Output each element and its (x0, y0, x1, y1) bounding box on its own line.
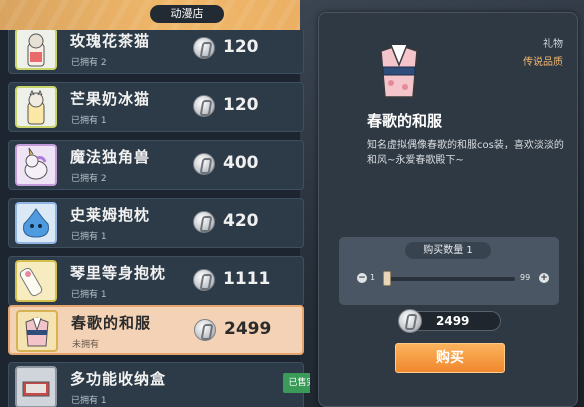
coin-icon (193, 153, 215, 175)
coin-icon (398, 309, 422, 333)
list-item-storage-box[interactable]: 多功能收纳盒 已拥有 1 已售完 (8, 362, 310, 407)
body-pillow-icon (15, 260, 57, 302)
total-price: 2499 (398, 309, 501, 333)
coin-icon (193, 211, 215, 233)
list-item-unicorn[interactable]: 魔法独角兽 已拥有 2 400 (8, 140, 304, 190)
item-price: 420 (223, 211, 259, 231)
mango-milk-cat-icon (15, 86, 57, 128)
item-price: 2499 (224, 319, 272, 339)
storage-box-icon (15, 366, 57, 407)
item-price: 120 (223, 37, 259, 57)
total-price-value: 2499 (436, 314, 470, 328)
slider-handle[interactable] (383, 271, 391, 286)
coin-icon (193, 37, 215, 59)
item-list[interactable]: 玫瑰花茶猫 已拥有 2 120 芒果奶冰猫 已拥有 1 120 魔法独角兽 已拥… (0, 30, 310, 407)
list-item-rose-tea-cat[interactable]: 玫瑰花茶猫 已拥有 2 120 (8, 30, 304, 74)
detail-title: 春歌的和服 (367, 112, 443, 130)
sold-out-badge: 已售完 (283, 373, 310, 393)
quantity-slider[interactable] (383, 277, 515, 281)
item-type: 礼物 (543, 39, 563, 50)
coin-icon (194, 319, 216, 341)
item-name: 魔法独角兽 (70, 148, 151, 166)
list-item-kimono-selected[interactable]: 春歌的和服 未拥有 2499 (8, 305, 304, 355)
item-owned: 已拥有 2 (71, 174, 107, 184)
quantity-min: 1 (370, 273, 376, 282)
rose-tea-cat-icon (15, 30, 57, 70)
quantity-label: 购买数量 1 (405, 242, 491, 259)
coin-icon (193, 269, 215, 291)
item-name: 琴里等身抱枕 (70, 264, 167, 282)
quantity-selector: 购买数量 1 − 1 99 + (339, 237, 559, 305)
item-owned: 已拥有 1 (71, 396, 107, 406)
shop-title: 动漫店 (150, 5, 224, 23)
rarity-label: 传说品质 (523, 57, 563, 68)
plus-button[interactable]: + (539, 273, 549, 283)
item-name: 春歌的和服 (71, 314, 152, 332)
item-owned: 已拥有 1 (71, 232, 107, 242)
item-name: 芒果奶冰猫 (70, 90, 151, 108)
slime-pillow-icon (15, 202, 57, 244)
coin-icon (193, 95, 215, 117)
list-item-body-pillow[interactable]: 琴里等身抱枕 已拥有 1 1111 (8, 256, 304, 306)
item-owned: 已拥有 2 (71, 58, 107, 68)
list-item-mango-milk-cat[interactable]: 芒果奶冰猫 已拥有 1 120 (8, 82, 304, 132)
item-owned: 未拥有 (72, 340, 100, 350)
item-owned: 已拥有 1 (71, 116, 107, 126)
item-name: 史莱姆抱枕 (70, 206, 151, 224)
item-price: 1111 (223, 269, 271, 289)
item-detail-panel: 礼物 传说品质 春歌的和服 知名虚拟偶像春歌的和服cos装，喜欢淡淡的和风~永爱… (318, 12, 578, 407)
buy-button[interactable]: 购买 (395, 343, 505, 373)
item-owned: 已拥有 1 (71, 290, 107, 300)
item-name: 玫瑰花茶猫 (70, 32, 151, 50)
item-price: 120 (223, 95, 259, 115)
kimono-icon (371, 39, 427, 101)
list-item-slime-pillow[interactable]: 史莱姆抱枕 已拥有 1 420 (8, 198, 304, 248)
item-name: 多功能收纳盒 (70, 370, 167, 388)
unicorn-icon (15, 144, 57, 186)
quantity-max: 99 (520, 273, 531, 282)
kimono-icon (16, 310, 58, 352)
minus-button[interactable]: − (357, 273, 367, 283)
item-price: 400 (223, 153, 259, 173)
detail-description: 知名虚拟偶像春歌的和服cos装，喜欢淡淡的和风~永爱春歌殿下~ (367, 140, 564, 166)
